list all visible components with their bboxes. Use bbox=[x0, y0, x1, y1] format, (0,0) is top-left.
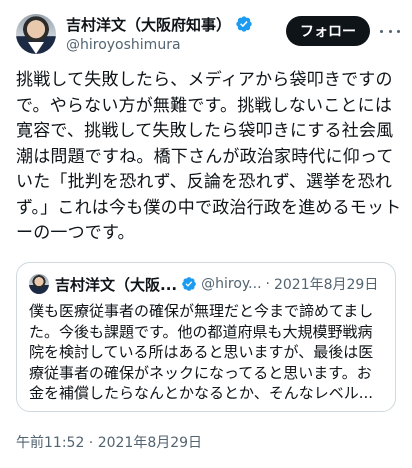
tweet-header: 吉村洋文（大阪府知事） @hiroyoshimura フォロー bbox=[16, 12, 400, 56]
author-info: 吉村洋文（大阪府知事） @hiroyoshimura bbox=[66, 14, 253, 53]
tweet-text: 挑戦して失敗したら、メディアから袋叩きですの で。やらない方が無難です。挑戦しな… bbox=[16, 68, 402, 247]
quoted-line: た。今後も課題です。他の都道府県も大規模野戦病 bbox=[29, 322, 373, 341]
verified-badge-icon bbox=[182, 277, 196, 291]
quoted-line: 院を検討している所はあると思いますが、最後は医 bbox=[29, 343, 374, 362]
author-name-row: 吉村洋文（大阪府知事） bbox=[66, 14, 253, 34]
quoted-line: 療従事者の確保がネックになってると思います。お bbox=[29, 363, 372, 382]
tweet-line: ーの一つです。 bbox=[16, 223, 135, 243]
quoted-tweet-text: 僕も医療従事者の確保が無理だと今まで諦めてまし た。今後も課題です。他の都道府県… bbox=[29, 301, 385, 404]
author-display-name[interactable]: 吉村洋文（大阪府知事） bbox=[66, 14, 231, 35]
separator-dot: · bbox=[265, 276, 270, 292]
verified-badge-icon bbox=[236, 16, 252, 32]
quoted-author-name: 吉村洋文（大阪... bbox=[55, 275, 178, 294]
author-avatar[interactable] bbox=[16, 14, 56, 54]
tweet-line: 挑戦して失敗したら、メディアから袋叩きですの bbox=[16, 70, 393, 90]
quoted-author-handle: @hiroy... bbox=[201, 276, 262, 292]
tweet-line: で。やらない方が無難です。挑戦しないことには bbox=[16, 95, 393, 116]
author-handle[interactable]: @hiroyoshimura bbox=[66, 37, 253, 53]
quoted-tweet-header: 吉村洋文（大阪... @hiroy... · 2021年8月29日 bbox=[29, 273, 378, 295]
tweet-line: 潮は問題ですね。橋下さんが政治家時代に仰って bbox=[16, 146, 394, 167]
quoted-tweet-date: 2021年8月29日 bbox=[273, 277, 379, 293]
tweet-line: ず。」これは今も僕の中で政治行政を進めるモット bbox=[16, 197, 402, 218]
quoted-tweet[interactable]: 吉村洋文（大阪... @hiroy... · 2021年8月29日 僕も医療従事… bbox=[16, 262, 396, 412]
tweet-line: いた「批判を恐れず、反論を恐れず、選挙を恐れ bbox=[16, 172, 393, 192]
tweet-line: 寛容で、挑戦して失敗したら袋叩きにする社会風 bbox=[16, 121, 394, 141]
quoted-author-avatar bbox=[29, 274, 49, 294]
quoted-line: 金を補償したらなんとかなるとか、そんなレベル... bbox=[29, 384, 374, 403]
quoted-line: 僕も医療従事者の確保が無理だと今まで諦めてまし bbox=[29, 302, 374, 320]
more-options-icon[interactable] bbox=[380, 24, 400, 38]
follow-button[interactable]: フォロー bbox=[286, 16, 370, 46]
tweet-timestamp[interactable]: 午前11:52 · 2021年8月29日 bbox=[16, 432, 202, 452]
